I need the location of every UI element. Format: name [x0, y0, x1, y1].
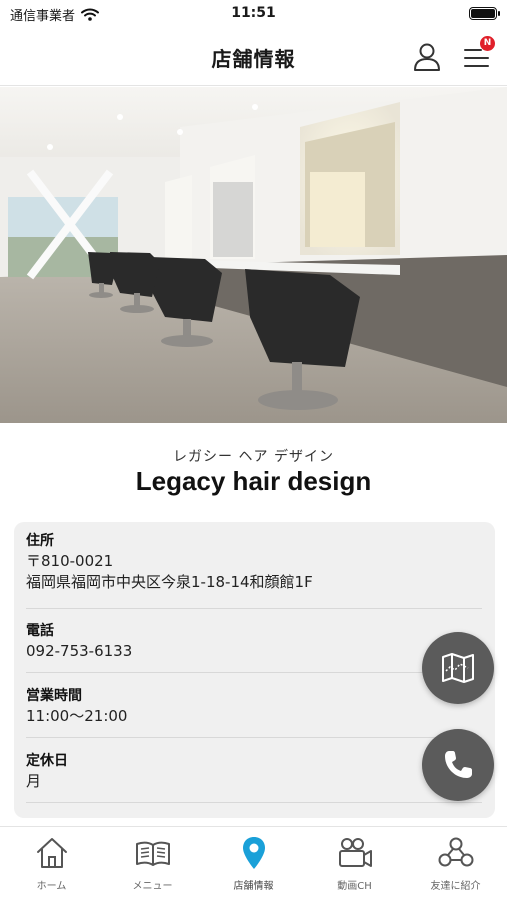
- info-row-phone: 電話 092-753-6133: [26, 621, 482, 673]
- tab-menu[interactable]: メニュー: [102, 835, 203, 897]
- shop-name: Legacy hair design: [135, 466, 372, 496]
- tab-label: メニュー: [132, 881, 173, 892]
- tab-home[interactable]: ホーム: [1, 835, 102, 897]
- phone-number[interactable]: 092-753-6133: [26, 641, 482, 662]
- map-button[interactable]: [422, 632, 494, 704]
- tab-label: 店舗情報: [233, 881, 274, 892]
- home-icon: [36, 838, 67, 868]
- tab-video-channel[interactable]: 動画CH: [304, 835, 405, 897]
- call-button[interactable]: [422, 729, 494, 801]
- closed-days: 月: [26, 772, 42, 790]
- status-bar: 通信事業者 11:51: [0, 0, 507, 28]
- menu-button[interactable]: N: [460, 36, 495, 74]
- bottom-tab-bar: ホーム メニュー 店舗情報 動画CH 友達に紹介: [0, 826, 507, 900]
- account-button[interactable]: [410, 40, 444, 74]
- postal-code: 〒810-0021: [26, 552, 114, 570]
- phone-icon: [445, 751, 472, 778]
- business-hours: 11:00〜21:00: [26, 707, 128, 725]
- info-label: 営業時間: [26, 688, 82, 704]
- share-friends-icon: [438, 837, 473, 867]
- info-row-hours: 営業時間 11:00〜21:00: [26, 686, 482, 738]
- tab-label: 動画CH: [337, 881, 372, 892]
- info-label: 電話: [26, 623, 54, 639]
- shop-photo: [0, 87, 507, 423]
- info-row-address: 住所 〒810-0021 福岡県福岡市中央区今泉1-18-14和顔館1F: [26, 531, 482, 609]
- tab-label: ホーム: [36, 881, 67, 892]
- app-header: 店舗情報 N: [0, 28, 507, 86]
- address-text: 福岡県福岡市中央区今泉1-18-14和顔館1F: [26, 573, 313, 591]
- tab-refer-friend[interactable]: 友達に紹介: [405, 835, 506, 897]
- book-icon: [135, 841, 170, 866]
- tab-label: 友達に紹介: [430, 881, 481, 892]
- info-label: 定休日: [26, 753, 68, 769]
- user-icon: [414, 43, 440, 71]
- battery-icon: [469, 7, 500, 20]
- notification-badge: N: [480, 36, 495, 51]
- tab-shop-info[interactable]: 店舗情報: [203, 835, 304, 897]
- info-row-closed-days: 定休日 月: [26, 751, 482, 803]
- info-label: 住所: [26, 533, 54, 549]
- map-icon: [442, 653, 474, 683]
- video-camera-icon: [338, 838, 372, 867]
- location-pin-icon: [242, 837, 265, 869]
- status-time: 11:51: [231, 5, 276, 21]
- shop-name-kana: レガシー ヘア デザイン: [173, 449, 334, 465]
